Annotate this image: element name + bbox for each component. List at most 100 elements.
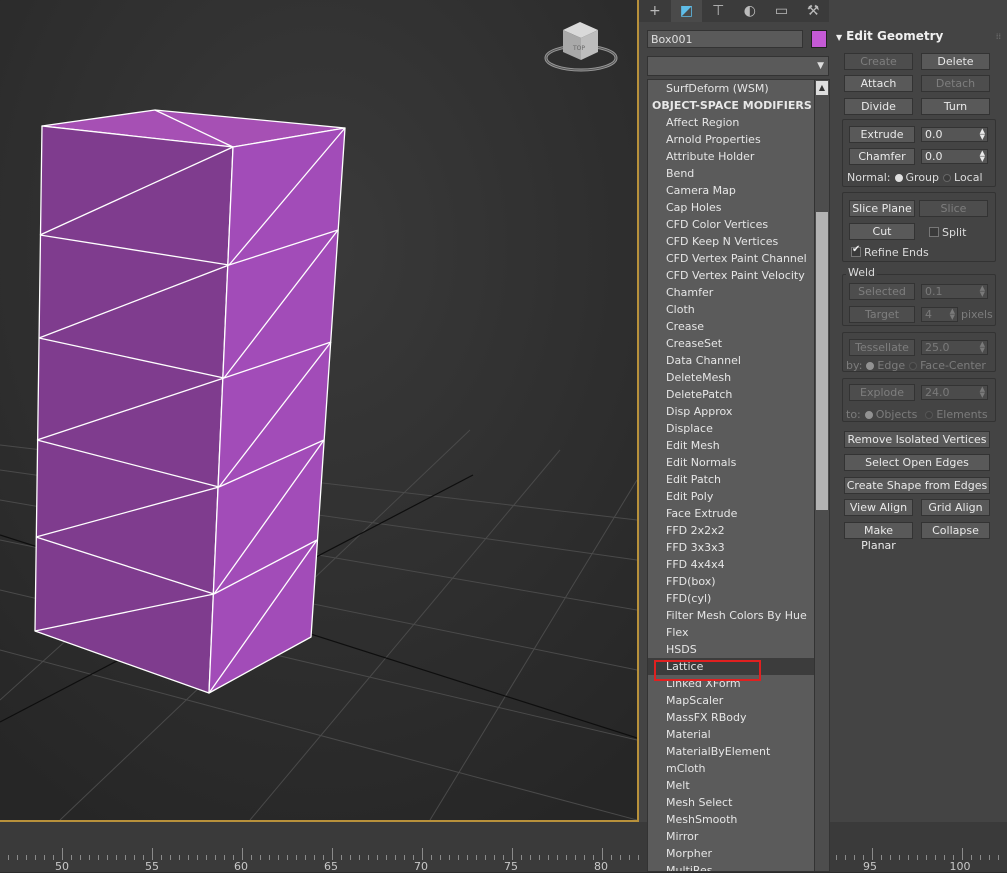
modifier-list-item[interactable]: Cap Holes: [648, 199, 829, 216]
weld-target-spinner[interactable]: 4 ▲ ▼: [921, 307, 958, 322]
modifier-list-item[interactable]: DeletePatch: [648, 386, 829, 403]
modifier-list-item[interactable]: DeleteMesh: [648, 369, 829, 386]
slice-button[interactable]: Slice: [919, 200, 988, 217]
face-center-radio[interactable]: [909, 362, 918, 370]
modifier-list-dropdown[interactable]: ▼: [647, 56, 829, 76]
turn-button[interactable]: Turn: [921, 98, 990, 115]
modifier-list-item[interactable]: Disp Approx: [648, 403, 829, 420]
extrude-button[interactable]: Extrude: [849, 126, 915, 143]
modifier-list-item[interactable]: mCloth: [648, 760, 829, 777]
modifier-list-item[interactable]: Camera Map: [648, 182, 829, 199]
modifier-list-item[interactable]: MultiRes: [648, 862, 829, 871]
modify-icon[interactable]: ◩: [670, 0, 703, 22]
modifier-list-item[interactable]: Affect Region: [648, 114, 829, 131]
weld-selected-button[interactable]: Selected: [849, 283, 915, 300]
create-shape-from-edges-button[interactable]: Create Shape from Edges: [844, 477, 990, 494]
modifier-list-item[interactable]: Face Extrude: [648, 505, 829, 522]
modifier-list-item[interactable]: Displace: [648, 420, 829, 437]
modifier-list-item[interactable]: Mesh Select: [648, 794, 829, 811]
modifier-list-item[interactable]: FFD 4x4x4: [648, 556, 829, 573]
modifier-list-item[interactable]: Edit Mesh: [648, 437, 829, 454]
explode-spinner[interactable]: 24.0 ▲ ▼: [921, 385, 988, 400]
scrollbar-thumb[interactable]: [816, 212, 828, 510]
create-icon[interactable]: +: [639, 0, 671, 22]
divide-button[interactable]: Divide: [844, 98, 913, 115]
modifier-list-item[interactable]: Morpher: [648, 845, 829, 862]
explode-button[interactable]: Explode: [849, 384, 915, 401]
weld-target-button[interactable]: Target: [849, 306, 915, 323]
modifier-list-item[interactable]: Material: [648, 726, 829, 743]
modifier-list-item[interactable]: Mirror: [648, 828, 829, 845]
modifier-list-item[interactable]: Bend: [648, 165, 829, 182]
detach-button[interactable]: Detach: [921, 75, 990, 92]
edge-radio[interactable]: [866, 362, 875, 370]
modifier-list-item[interactable]: Arnold Properties: [648, 131, 829, 148]
modifier-list-item[interactable]: MeshSmooth: [648, 811, 829, 828]
collapse-button[interactable]: Collapse: [921, 522, 990, 539]
modifier-list-item[interactable]: Edit Patch: [648, 471, 829, 488]
modifier-list-scrollbar[interactable]: ▲: [814, 80, 829, 871]
attach-button[interactable]: Attach: [844, 75, 913, 92]
chamfer-button[interactable]: Chamfer: [849, 148, 915, 165]
modifier-list-item[interactable]: Crease: [648, 318, 829, 335]
group-radio[interactable]: [894, 174, 903, 182]
make-planar-button[interactable]: Make Planar: [844, 522, 913, 552]
modifier-list-item[interactable]: Data Channel: [648, 352, 829, 369]
weld-selected-spinner[interactable]: 0.1 ▲ ▼: [921, 284, 988, 299]
elements-radio[interactable]: [925, 411, 934, 419]
scroll-up-icon[interactable]: ▲: [816, 81, 828, 95]
object-name-field[interactable]: Box001: [647, 30, 803, 48]
delete-button[interactable]: Delete: [921, 53, 990, 70]
ruler-tick: [341, 855, 342, 860]
extrude-spinner[interactable]: 0.0 ▲ ▼: [921, 127, 988, 142]
grid-align-button[interactable]: Grid Align: [921, 499, 990, 516]
viewcube-label: TOP: [572, 45, 585, 52]
modifier-list-item[interactable]: CFD Vertex Paint Velocity: [648, 267, 829, 284]
modifier-list-item[interactable]: Chamfer: [648, 284, 829, 301]
ruler-tick: [872, 848, 873, 860]
modifier-list-item[interactable]: FFD 2x2x2: [648, 522, 829, 539]
modifier-list-item[interactable]: MassFX RBody: [648, 709, 829, 726]
cut-button[interactable]: Cut: [849, 223, 915, 240]
modifier-list-item[interactable]: FFD 3x3x3: [648, 539, 829, 556]
object-color-swatch[interactable]: [811, 30, 827, 48]
modifier-list-item[interactable]: Melt: [648, 777, 829, 794]
modifier-list-item[interactable]: CreaseSet: [648, 335, 829, 352]
hierarchy-icon[interactable]: ⊤: [702, 0, 734, 22]
perspective-viewport[interactable]: TOP: [0, 0, 639, 822]
tessellate-button[interactable]: Tessellate: [849, 339, 915, 356]
refine-ends-checkbox[interactable]: [851, 244, 861, 257]
modifier-list-item[interactable]: Flex: [648, 624, 829, 641]
modifier-list-item[interactable]: MapScaler: [648, 692, 829, 709]
modifier-list-item[interactable]: CFD Keep N Vertices: [648, 233, 829, 250]
modifier-list[interactable]: SurfDeform (WSM) OBJECT-SPACE MODIFIERS Af…: [647, 79, 830, 872]
motion-icon[interactable]: ◐: [734, 0, 766, 22]
select-open-edges-button[interactable]: Select Open Edges: [844, 454, 990, 471]
chamfer-spinner[interactable]: 0.0 ▲ ▼: [921, 149, 988, 164]
slice-plane-button[interactable]: Slice Plane: [849, 200, 915, 217]
time-ruler[interactable]: 50 55 60 65 70 75 80 95 100: [0, 822, 1007, 873]
modifier-list-item[interactable]: HSDS: [648, 641, 829, 658]
objects-radio[interactable]: [864, 411, 873, 419]
remove-isolated-vertices-button[interactable]: Remove Isolated Vertices: [844, 431, 990, 448]
modifier-list-item[interactable]: Cloth: [648, 301, 829, 318]
modifier-list-item[interactable]: CFD Vertex Paint Channel: [648, 250, 829, 267]
modifier-list-item[interactable]: FFD(cyl): [648, 590, 829, 607]
modifier-list-item[interactable]: MaterialByElement: [648, 743, 829, 760]
modifier-list-item[interactable]: CFD Color Vertices: [648, 216, 829, 233]
modifier-list-item[interactable]: FFD(box): [648, 573, 829, 590]
utilities-icon[interactable]: ⚒: [797, 0, 829, 22]
local-radio[interactable]: [943, 174, 952, 182]
modifier-list-item[interactable]: Edit Normals: [648, 454, 829, 471]
modifier-list-item[interactable]: Attribute Holder: [648, 148, 829, 165]
view-align-button[interactable]: View Align: [844, 499, 913, 516]
ruler-tick: [395, 855, 396, 860]
modifier-list-item[interactable]: Edit Poly: [648, 488, 829, 505]
split-checkbox[interactable]: [929, 227, 939, 237]
display-icon[interactable]: ▭: [766, 0, 798, 22]
rollout-title[interactable]: ▼ Edit Geometry: [836, 29, 943, 43]
modifier-list-item[interactable]: SurfDeform (WSM): [648, 80, 829, 97]
tessellate-spinner[interactable]: 25.0 ▲ ▼: [921, 340, 988, 355]
create-button[interactable]: Create: [844, 53, 913, 70]
modifier-list-item[interactable]: Filter Mesh Colors By Hue: [648, 607, 829, 624]
